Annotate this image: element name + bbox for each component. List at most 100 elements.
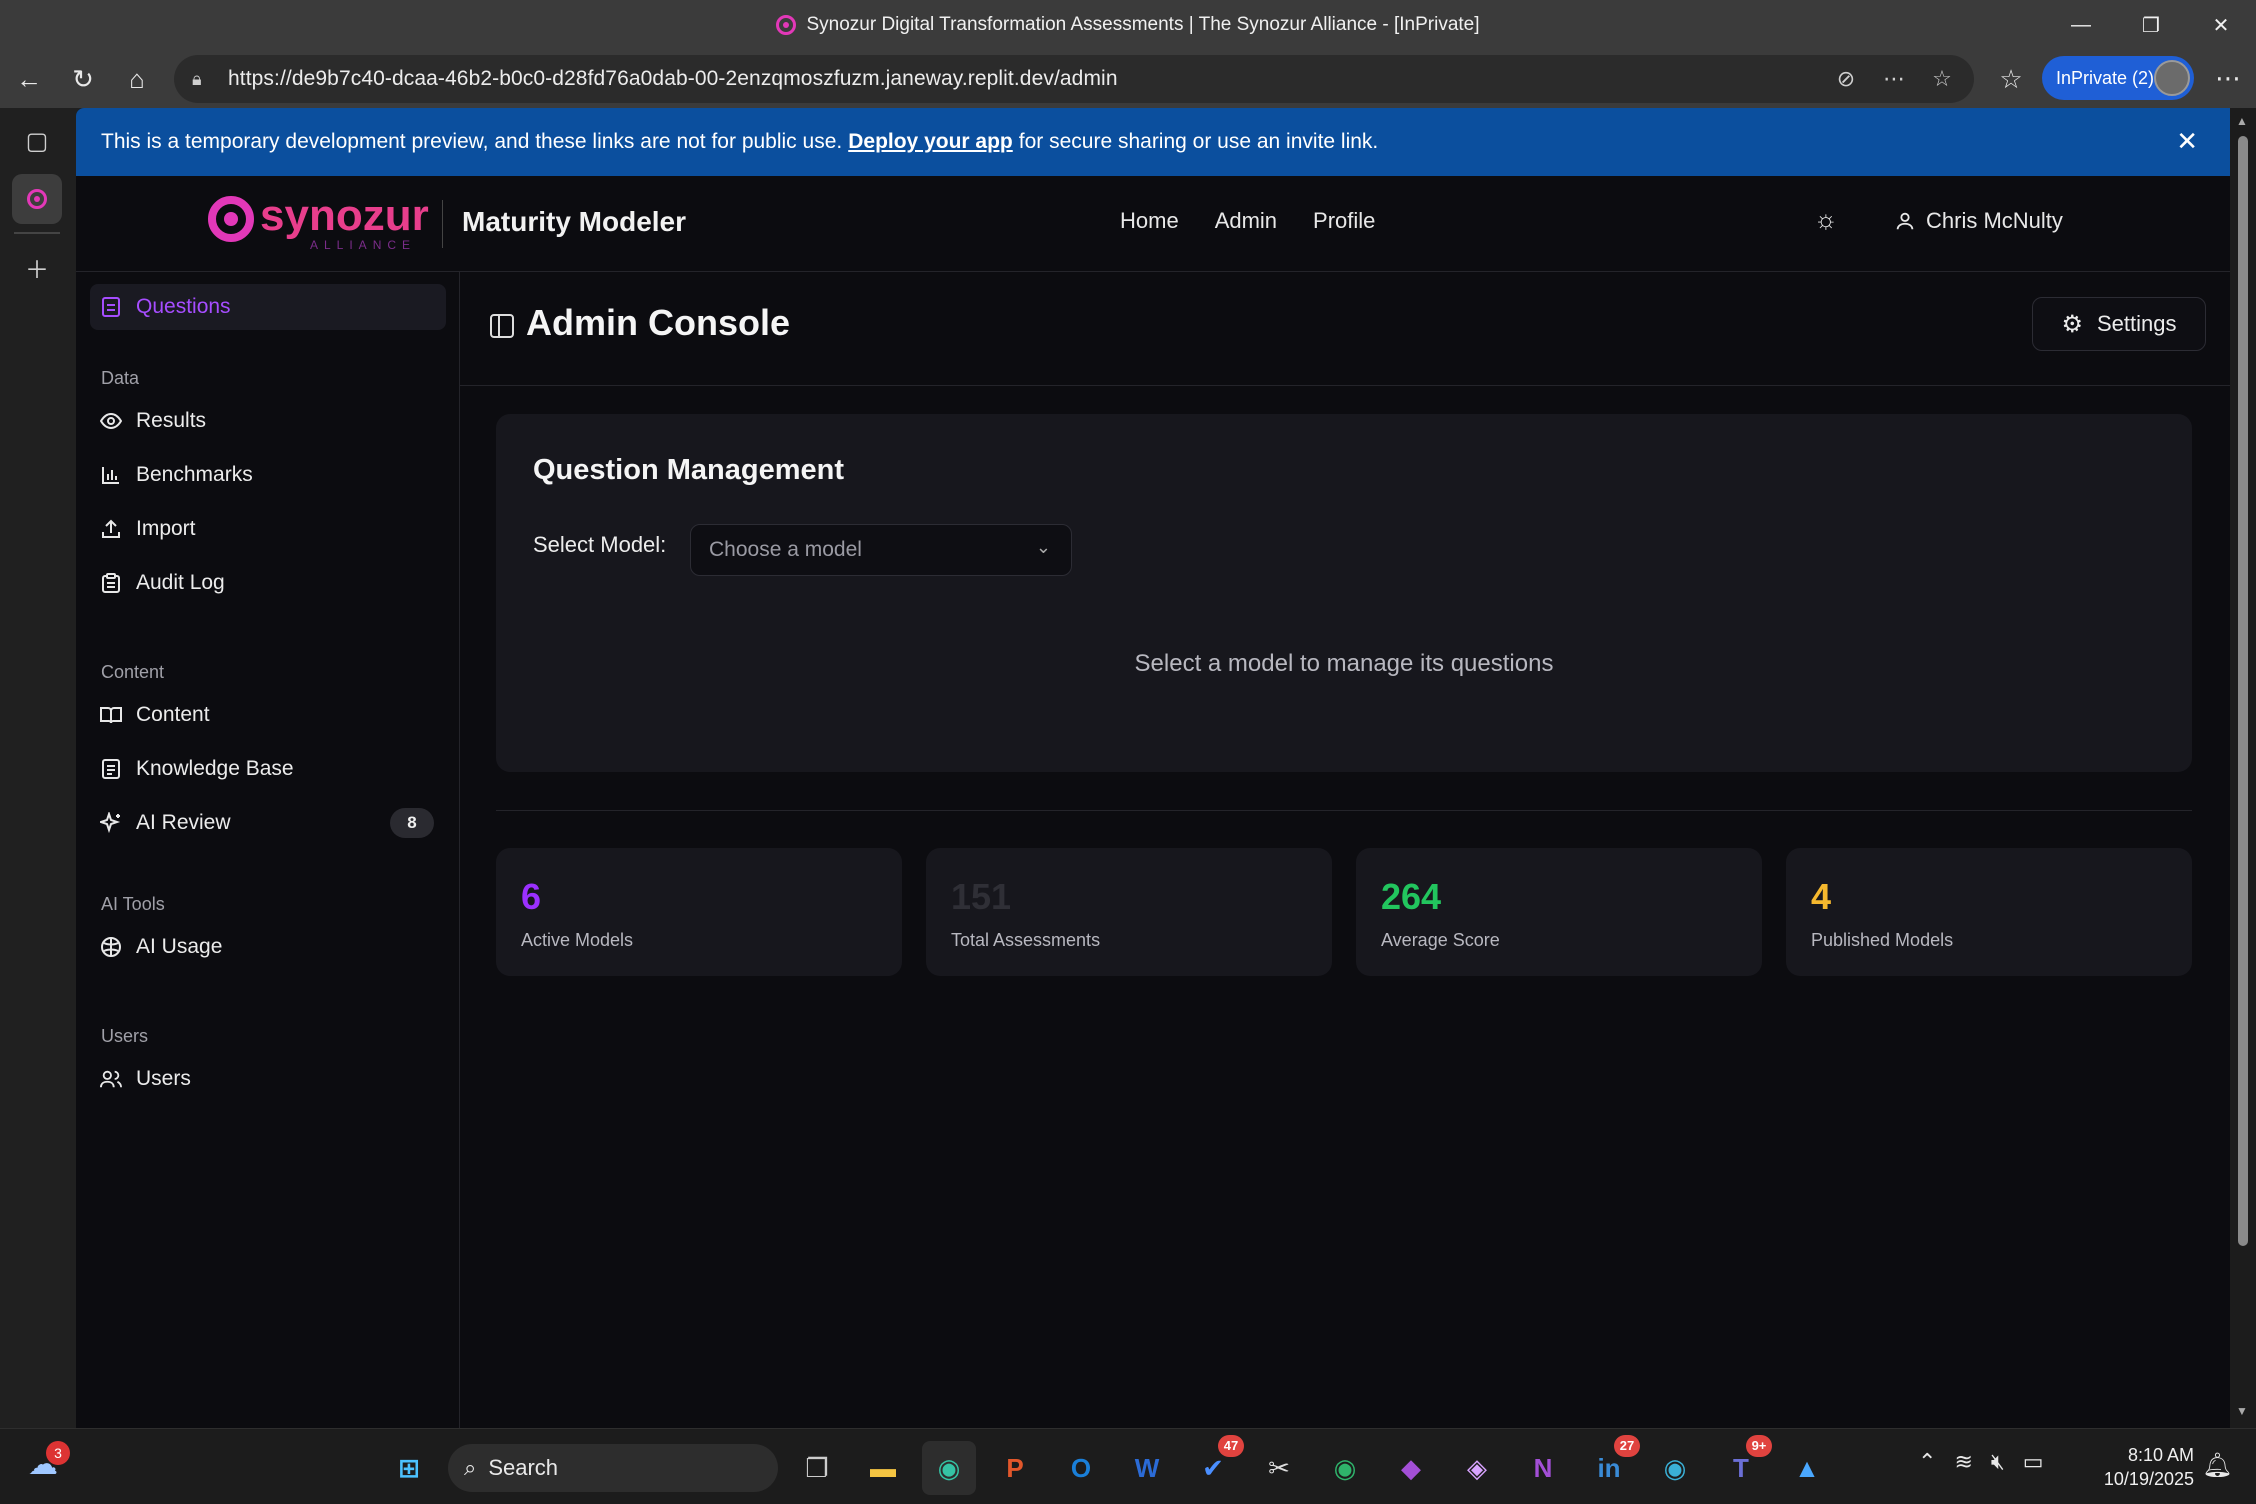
app-header: synozur ALLIANCE Maturity Modeler Home A…: [76, 176, 2230, 272]
address-bar[interactable]: 🔒︎ https://de9b7c40-dcaa-46b2-b0c0-d28fd…: [174, 55, 1974, 103]
outlook-icon[interactable]: O: [1054, 1441, 1108, 1495]
task-view-icon[interactable]: ❐: [790, 1441, 844, 1495]
synozur-logo[interactable]: synozur ALLIANCE: [208, 194, 429, 252]
sidebar-item-import[interactable]: Import: [90, 506, 446, 552]
site-options-icon[interactable]: ⋯: [1876, 66, 1912, 92]
url-text[interactable]: https://de9b7c40-dcaa-46b2-b0c0-d28fd76a…: [228, 67, 1118, 91]
browser-toolbar: ← ↻ ⌂ 🔒︎ https://de9b7c40-dcaa-46b2-b0c0…: [0, 50, 2256, 108]
stat-value: 151: [951, 876, 1012, 917]
minimize-button[interactable]: —: [2046, 0, 2116, 50]
start-windows-icon[interactable]: ⊞: [382, 1441, 436, 1495]
show-hidden-icons-chevron-icon[interactable]: ⌃: [1918, 1449, 1936, 1475]
teams-icon[interactable]: T 9+: [1714, 1435, 1772, 1495]
edge-dev-icon[interactable]: ◉: [1318, 1441, 1372, 1495]
main-header: Admin Console ⚙ Settings: [460, 272, 2230, 386]
onenote-icon[interactable]: N: [1516, 1441, 1570, 1495]
m365-icon[interactable]: ◈: [1450, 1441, 1504, 1495]
page-scrollbar[interactable]: ▲ ▼: [2230, 108, 2256, 1428]
banner-text: This is a temporary development preview,…: [101, 130, 843, 153]
nav-home[interactable]: Home: [1120, 208, 1179, 234]
logo-word: synozur: [260, 191, 429, 240]
sidebar-item-ai-review[interactable]: AI Review 8: [90, 800, 446, 846]
top-nav: Home Admin Profile: [1120, 208, 1375, 234]
upload-icon: [100, 518, 122, 540]
refresh-icon[interactable]: ↻: [56, 52, 110, 106]
nav-profile[interactable]: Profile: [1313, 208, 1375, 234]
todo-icon[interactable]: ✔ 47: [1186, 1435, 1244, 1495]
scroll-down-icon[interactable]: ▼: [2236, 1404, 2248, 1418]
sidebar-toggle-icon[interactable]: [490, 314, 514, 338]
file-text-icon: [100, 296, 122, 318]
theme-toggle-sun-icon[interactable]: ☼: [1814, 204, 1838, 235]
new-tab-icon[interactable]: ＋: [12, 242, 62, 292]
close-banner-icon[interactable]: ✕: [2176, 126, 2198, 157]
favorite-star-icon[interactable]: ☆: [1924, 66, 1960, 92]
taskbar-clock[interactable]: 8:10 AM 10/19/2025: [2094, 1443, 2194, 1491]
more-menu-icon[interactable]: ⋯: [2206, 58, 2250, 102]
settings-button[interactable]: ⚙ Settings: [2032, 297, 2206, 351]
sparkles-icon: [100, 812, 122, 834]
sidebar-item-questions[interactable]: Questions: [90, 284, 446, 330]
word-icon[interactable]: W: [1120, 1441, 1174, 1495]
close-window-button[interactable]: ✕: [2186, 0, 2256, 50]
logo-wordmark: synozur ALLIANCE: [260, 191, 429, 253]
sidebar-item-label: AI Review: [136, 811, 231, 834]
user-menu[interactable]: Chris McNulty: [1894, 208, 2063, 234]
vertical-tabs: ▢ ＋: [0, 108, 74, 1428]
edge-browser-icon[interactable]: ◉: [922, 1441, 976, 1495]
taskbar-search[interactable]: ⌕ Search: [448, 1444, 778, 1492]
sidebar-item-results[interactable]: Results: [90, 398, 446, 444]
sidebar-item-label: Questions: [136, 295, 231, 318]
restore-button[interactable]: ❐: [2116, 0, 2186, 50]
system-tray: ⌃ ≋ 🔇︎ ▭: [1918, 1449, 2044, 1475]
window-controls: — ❐ ✕: [2046, 0, 2256, 50]
section-divider: [496, 810, 2192, 811]
sidebar-group-users: Users: [101, 1026, 149, 1046]
tabs-divider: [14, 232, 60, 234]
sidebar-item-benchmarks[interactable]: Benchmarks: [90, 452, 446, 498]
lock-icon[interactable]: 🔒︎: [192, 69, 220, 90]
deploy-app-link[interactable]: Deploy your app: [848, 130, 1013, 154]
wifi-icon[interactable]: ≋: [1954, 1449, 1972, 1475]
sidebar-item-label: AI Usage: [136, 935, 223, 958]
admin-sidebar: Questions Data Results Benchmarks Import…: [76, 272, 460, 1428]
ai-review-count-badge: 8: [390, 808, 434, 838]
clock-date: 10/19/2025: [2103, 1469, 2194, 1489]
sidebar-item-users[interactable]: Users: [90, 1056, 446, 1102]
tracking-prevention-icon[interactable]: ⊘: [1828, 66, 1864, 92]
settings-label: Settings: [2097, 311, 2177, 336]
sidebar-item-label: Knowledge Base: [136, 757, 294, 780]
sidebar-group-content: Content: [101, 662, 165, 682]
powerpoint-icon[interactable]: P: [988, 1441, 1042, 1495]
tab-actions-icon[interactable]: ▢: [12, 116, 62, 166]
file-explorer-icon[interactable]: ▬: [856, 1441, 910, 1495]
active-tab[interactable]: [12, 174, 62, 224]
sidebar-item-audit-log[interactable]: Audit Log: [90, 560, 446, 606]
model-select[interactable]: Choose a model ⌄: [690, 524, 1072, 576]
snipping-tool-icon[interactable]: ✂: [1252, 1441, 1306, 1495]
edge-beta-icon[interactable]: ◉: [1648, 1441, 1702, 1495]
sidebar-item-knowledge-base[interactable]: Knowledge Base: [90, 746, 446, 792]
favorites-icon[interactable]: ☆: [1984, 52, 2038, 106]
inprivate-button[interactable]: InPrivate (2): [2042, 56, 2194, 100]
stat-value: 264: [1381, 876, 1442, 917]
scroll-up-icon[interactable]: ▲: [2236, 114, 2248, 128]
home-icon[interactable]: ⌂: [110, 52, 164, 106]
chevron-down-icon: ⌄: [1035, 537, 1051, 557]
scrollbar-thumb[interactable]: [2238, 136, 2248, 1246]
stat-card-active-models: 6 Active Models: [496, 848, 902, 976]
battery-icon[interactable]: ▭: [2023, 1449, 2044, 1475]
notification-bell-icon[interactable]: 🔔︎: [2202, 1451, 2232, 1480]
sidebar-item-content[interactable]: Content: [90, 692, 446, 738]
window-titlebar: Synozur Digital Transformation Assessmen…: [0, 0, 2256, 50]
power-apps-icon[interactable]: ◆: [1384, 1441, 1438, 1495]
search-label: Search: [488, 1455, 559, 1480]
volume-muted-icon[interactable]: 🔇︎: [1991, 1449, 2005, 1475]
photos-icon[interactable]: ▲: [1780, 1441, 1834, 1495]
weather-widget-icon[interactable]: ☁ 3: [28, 1441, 70, 1482]
sidebar-item-ai-usage[interactable]: AI Usage: [90, 924, 446, 970]
linkedin-icon[interactable]: in 27: [1582, 1435, 1640, 1495]
sidebar-item-label: Content: [136, 703, 210, 726]
nav-admin[interactable]: Admin: [1215, 208, 1277, 234]
back-icon[interactable]: ←: [2, 52, 56, 106]
